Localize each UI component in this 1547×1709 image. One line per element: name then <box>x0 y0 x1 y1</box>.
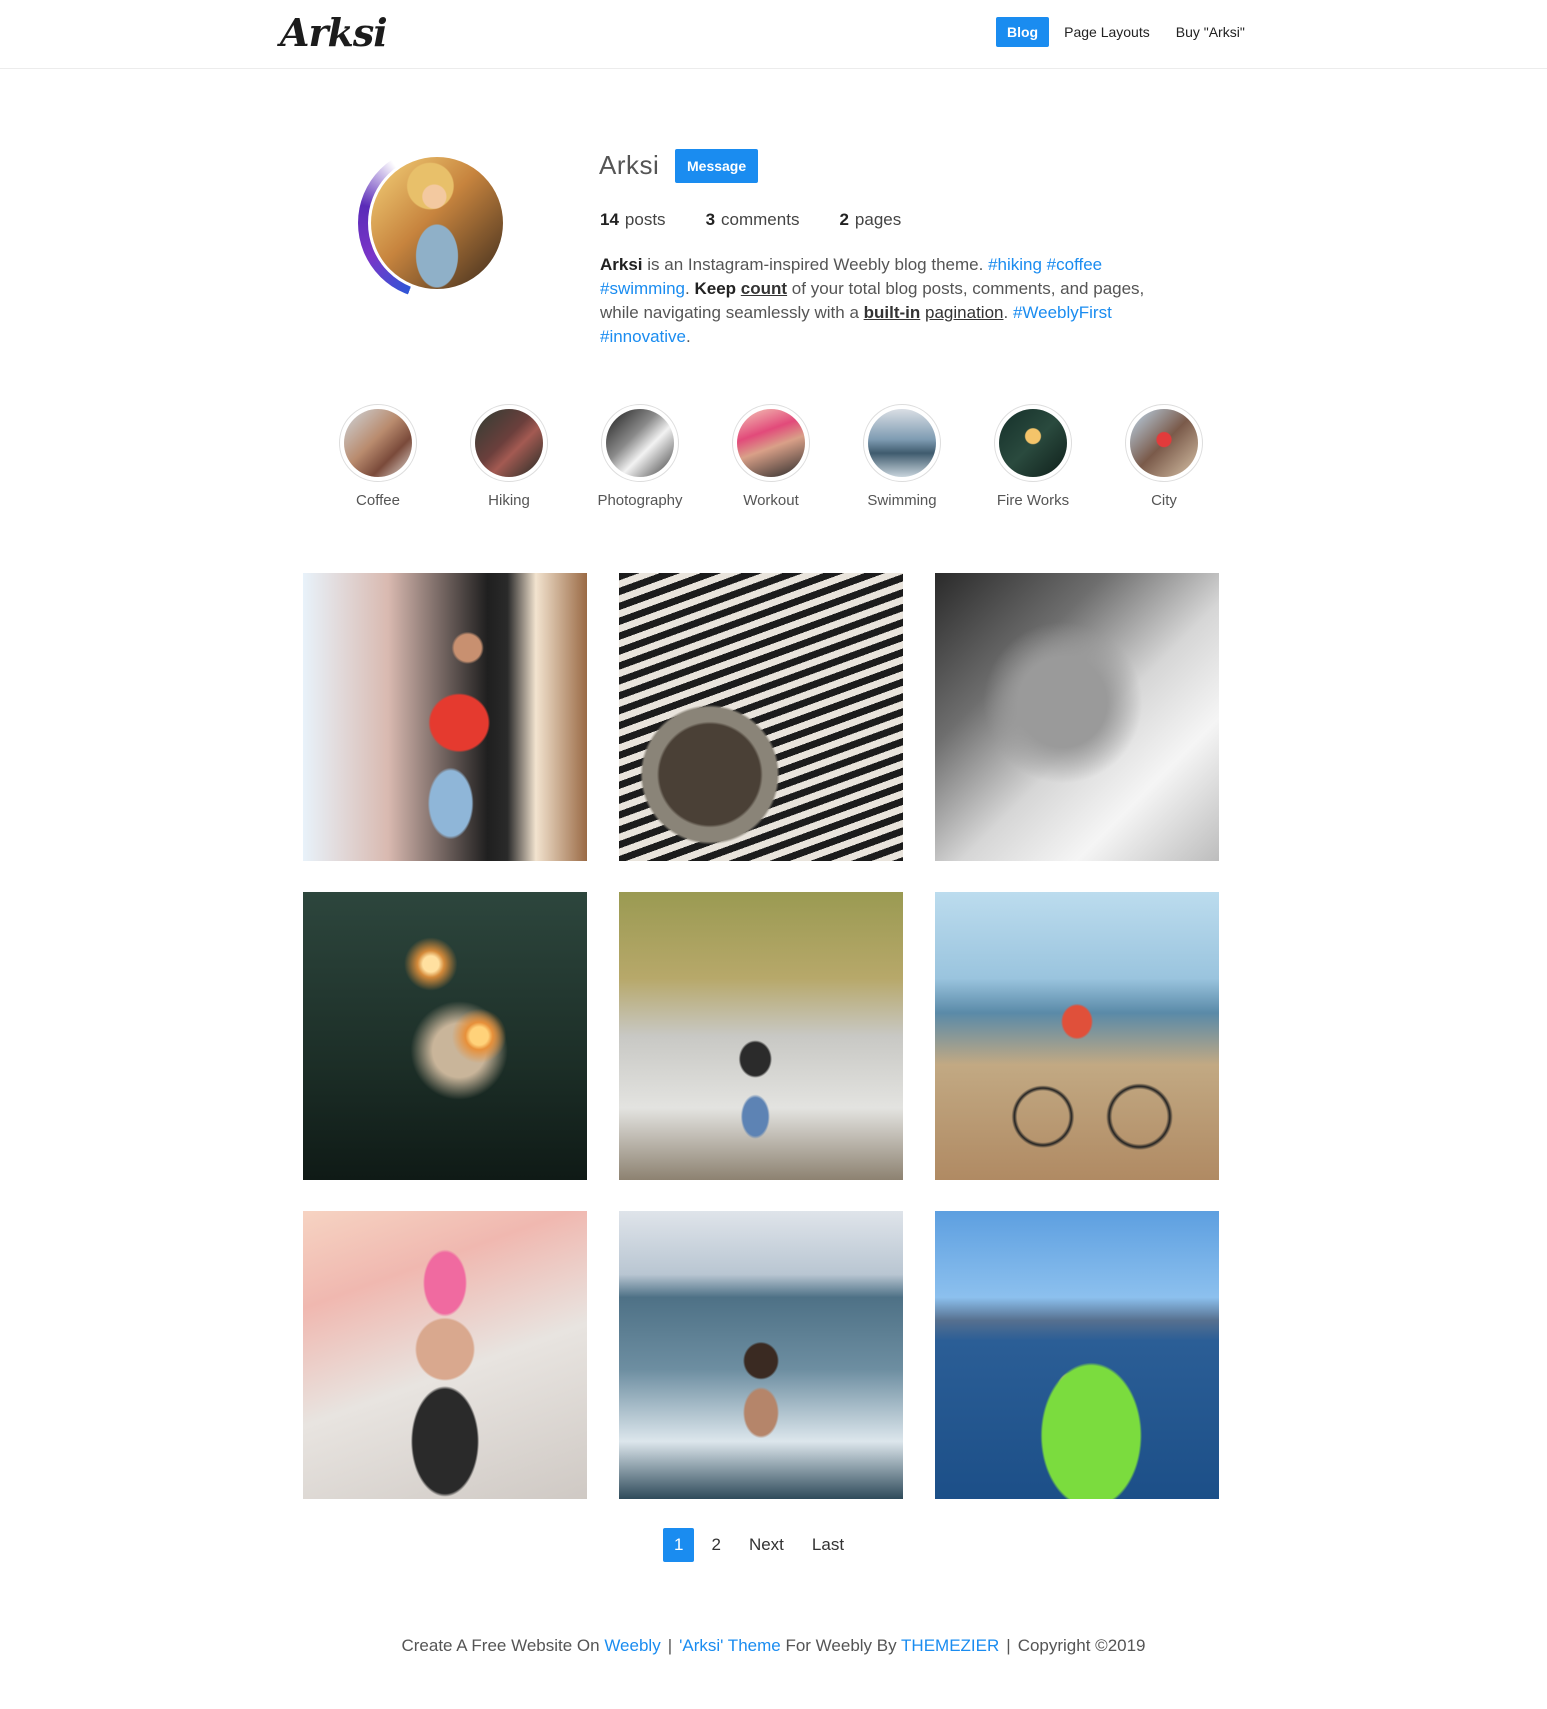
main-nav: Blog Page Layouts Buy "Arksi" <box>996 17 1260 47</box>
highlight-ring <box>601 404 679 482</box>
stat-comments-count: 3 <box>705 210 716 229</box>
post-image <box>935 892 1219 1180</box>
bio-text: is an Instagram-inspired Weebly blog the… <box>642 255 989 274</box>
story-highlights: Coffee Hiking Photography Workout Swimmi… <box>318 404 1238 514</box>
post-tile-5[interactable] <box>619 892 903 1180</box>
post-image <box>935 1211 1219 1499</box>
highlight-label: Workout <box>743 492 799 509</box>
stat-pages-label: pages <box>854 210 902 229</box>
highlight-thumbnail <box>868 409 936 477</box>
footer-weebly-link[interactable]: Weebly <box>604 1636 660 1655</box>
footer-separator: | <box>1006 1636 1011 1655</box>
highlight-fire-works[interactable]: Fire Works <box>973 404 1093 509</box>
bio-builtin-link[interactable]: built-in <box>864 303 921 322</box>
post-image <box>935 573 1219 861</box>
post-image <box>619 1211 903 1499</box>
stat-posts-label: posts <box>624 210 666 229</box>
post-tile-4[interactable] <box>303 892 587 1180</box>
highlight-photography[interactable]: Photography <box>580 404 700 509</box>
post-tile-6[interactable] <box>935 892 1219 1180</box>
stat-posts-count: 14 <box>600 210 619 229</box>
stat-comments-label: comments <box>721 210 800 229</box>
site-footer: Create A Free Website On Weebly | 'Arksi' … <box>0 1636 1547 1656</box>
page-1-link[interactable]: 1 <box>663 1528 695 1562</box>
profile-bio: Arksi is an Instagram-inspired Weebly bl… <box>600 253 1180 349</box>
footer-text: For Weebly By <box>780 1636 902 1655</box>
last-page-link[interactable]: Last <box>801 1528 855 1562</box>
post-image <box>303 573 587 861</box>
highlight-thumbnail <box>475 409 543 477</box>
post-image <box>303 892 587 1180</box>
highlight-label: Swimming <box>867 492 937 509</box>
post-tile-1[interactable] <box>303 573 587 861</box>
highlight-thumbnail <box>1130 409 1198 477</box>
hashtag-innovative[interactable]: #innovative <box>600 327 686 346</box>
post-tile-8[interactable] <box>619 1211 903 1499</box>
highlight-ring <box>470 404 548 482</box>
nav-item-page-layouts[interactable]: Page Layouts <box>1053 17 1161 47</box>
highlight-ring <box>863 404 941 482</box>
page-2-link[interactable]: 2 <box>700 1528 731 1562</box>
highlight-ring <box>732 404 810 482</box>
bio-text: . <box>686 327 691 346</box>
highlight-thumbnail <box>606 409 674 477</box>
bio-pagination-link[interactable]: pagination <box>925 303 1003 322</box>
footer-separator: | <box>667 1636 673 1655</box>
highlight-city[interactable]: City <box>1104 404 1224 509</box>
highlight-ring <box>1125 404 1203 482</box>
profile-avatar-ring <box>358 147 510 299</box>
highlight-coffee[interactable]: Coffee <box>318 404 438 509</box>
post-tile-2[interactable] <box>619 573 903 861</box>
highlight-label: Photography <box>597 492 683 509</box>
hashtag-swimming[interactable]: #swimming <box>600 279 685 298</box>
post-image <box>619 892 903 1180</box>
top-navbar: Arksi Blog Page Layouts Buy "Arksi" <box>0 0 1547 69</box>
hashtag-weeblyfirst[interactable]: #WeeblyFirst <box>1013 303 1112 322</box>
post-tile-3[interactable] <box>935 573 1219 861</box>
highlight-label: City <box>1151 492 1177 509</box>
bio-count-link[interactable]: count <box>741 279 787 298</box>
highlight-ring <box>994 404 1072 482</box>
message-button[interactable]: Message <box>675 149 759 183</box>
highlight-thumbnail <box>737 409 805 477</box>
highlight-ring <box>339 404 417 482</box>
post-tile-7[interactable] <box>303 1211 587 1499</box>
highlight-thumbnail <box>999 409 1067 477</box>
hashtag-hiking[interactable]: #hiking <box>988 255 1042 274</box>
highlight-label: Fire Works <box>996 492 1070 509</box>
stat-pages-count: 2 <box>839 210 849 229</box>
nav-item-blog[interactable]: Blog <box>996 17 1050 47</box>
pagination: 1 2 Next Last <box>663 1528 861 1562</box>
footer-theme-link[interactable]: 'Arksi' Theme <box>679 1636 781 1655</box>
nav-item-buy-arksi[interactable]: Buy "Arksi" <box>1165 17 1256 47</box>
highlight-hiking[interactable]: Hiking <box>449 404 569 509</box>
footer-text: Create A Free Website On <box>401 1636 605 1655</box>
bio-brand: Arksi <box>600 255 643 274</box>
site-logo[interactable]: Arksi <box>280 10 388 55</box>
hashtag-coffee[interactable]: #coffee <box>1047 255 1102 274</box>
footer-themezier-link[interactable]: THEMEZIER <box>901 1636 999 1655</box>
post-image <box>303 1211 587 1499</box>
profile-name: Arksi <box>599 150 660 180</box>
stat-pages: 2 pages <box>839 210 901 230</box>
highlight-workout[interactable]: Workout <box>711 404 831 509</box>
highlight-label: Coffee <box>356 492 400 509</box>
highlight-thumbnail <box>344 409 412 477</box>
highlight-swimming[interactable]: Swimming <box>842 404 962 509</box>
highlight-label: Hiking <box>488 492 530 509</box>
next-page-link[interactable]: Next <box>738 1528 795 1562</box>
post-grid <box>303 573 1219 1499</box>
bio-keep: Keep <box>694 279 737 298</box>
post-tile-9[interactable] <box>935 1211 1219 1499</box>
post-image <box>619 573 903 861</box>
bio-text: . <box>1003 303 1013 322</box>
stat-comments: 3 comments <box>706 210 800 230</box>
footer-copyright: Copyright ©2019 <box>1017 1636 1146 1655</box>
profile-stats: 14 posts 3 comments 2 pages <box>600 210 941 230</box>
profile-avatar <box>368 154 506 292</box>
stat-posts: 14 posts <box>600 210 666 230</box>
